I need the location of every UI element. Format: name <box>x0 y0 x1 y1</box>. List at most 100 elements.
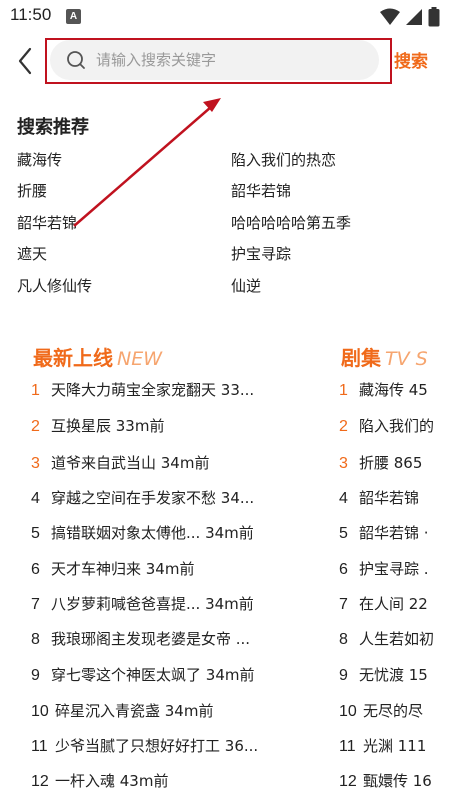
list-item[interactable]: 5 搞错联姻对象太傅他... 34m前 <box>31 522 293 552</box>
rank-title: 我琅琊阁主发现老婆是女帝 ... <box>51 630 251 648</box>
rank-number: 5 <box>31 525 40 542</box>
rank-number: 2 <box>31 418 40 435</box>
chevron-left-icon <box>18 47 32 75</box>
rank-number: 10 <box>31 703 49 720</box>
search-box[interactable] <box>50 40 379 80</box>
list-item[interactable]: 10 无尽的尽 <box>339 700 450 730</box>
list-item[interactable]: 2 陷入我们的 <box>339 415 450 445</box>
drama-title: 剧集 TV S <box>341 342 450 371</box>
list-item[interactable]: 4 穿越之空间在手发家不愁 34... <box>31 487 293 517</box>
list-item[interactable]: 1 藏海传 45 <box>339 379 450 409</box>
recommend-item[interactable]: 仙逆 <box>231 275 261 296</box>
status-bar: 11:50 A <box>0 0 450 32</box>
rank-title: 甄嬛传 16 <box>363 772 432 790</box>
rank-title: 搞错联姻对象太傅他... 34m前 <box>51 524 254 542</box>
rank-number: 1 <box>31 382 40 399</box>
recommend-item[interactable]: 凡人修仙传 <box>17 275 92 296</box>
list-item[interactable]: 12 甄嬛传 16 <box>339 770 450 800</box>
search-button[interactable]: 搜索 <box>394 47 428 72</box>
rank-number: 9 <box>339 667 348 684</box>
signal-icon <box>405 8 422 25</box>
rank-number: 10 <box>339 703 357 720</box>
recommend-item[interactable]: 韶华若锦 <box>17 212 77 233</box>
rank-title: 人生若如初 <box>359 630 435 648</box>
rank-number: 11 <box>31 738 48 755</box>
recommend-item[interactable]: 藏海传 <box>17 149 62 170</box>
rank-number: 12 <box>31 773 49 790</box>
rank-title: 碎星沉入青瓷盏 34m前 <box>55 702 214 720</box>
rank-title: 折腰 865 <box>359 454 423 472</box>
rank-number: 6 <box>31 561 40 578</box>
rank-title: 陷入我们的 <box>359 417 435 435</box>
list-item[interactable]: 7 八岁萝莉喊爸爸喜提... 34m前 <box>31 593 293 623</box>
recommend-item[interactable]: 哈哈哈哈哈第五季 <box>231 212 351 233</box>
back-button[interactable] <box>14 46 38 76</box>
latest-title-zh: 最新上线 <box>33 346 113 370</box>
list-item[interactable]: 8 我琅琊阁主发现老婆是女帝 ... <box>31 628 293 658</box>
search-input[interactable] <box>96 48 366 72</box>
battery-icon <box>428 6 440 26</box>
rank-number: 11 <box>339 738 356 755</box>
rank-number: 2 <box>339 418 348 435</box>
recommend-title: 搜索推荐 <box>17 117 89 138</box>
list-item[interactable]: 3 折腰 865 <box>339 452 450 482</box>
rank-title: 韶华若锦 · <box>359 524 429 542</box>
rank-title: 八岁萝莉喊爸爸喜提... 34m前 <box>51 595 254 613</box>
recommend-item[interactable]: 护宝寻踪 <box>231 243 291 264</box>
latest-title: 最新上线 NEW <box>33 342 162 371</box>
wifi-icon <box>379 8 400 25</box>
rank-title: 一杆入魂 43m前 <box>55 772 169 790</box>
status-time: 11:50 <box>10 5 52 24</box>
recommend-item[interactable]: 折腰 <box>17 180 47 201</box>
list-item[interactable]: 9 穿七零这个神医太飒了 34m前 <box>31 664 293 694</box>
rank-title: 少爷当腻了只想好好打工 36... <box>55 737 259 755</box>
drama-title-zh: 剧集 <box>341 346 381 370</box>
rank-title: 天降大力萌宝全家宠翻天 33... <box>51 381 255 399</box>
list-item[interactable]: 11 少爷当腻了只想好好打工 36... <box>31 735 293 765</box>
rank-number: 4 <box>339 490 348 507</box>
list-item[interactable]: 6 护宝寻踪 . <box>339 558 450 588</box>
list-item[interactable]: 8 人生若如初 <box>339 628 450 658</box>
rank-title: 穿越之空间在手发家不愁 34... <box>51 489 255 507</box>
list-item[interactable]: 4 韶华若锦 <box>339 487 450 517</box>
list-item[interactable]: 11 光渊 111 <box>339 735 450 765</box>
status-icons <box>379 6 440 26</box>
rank-title: 天才车神归来 34m前 <box>51 560 195 578</box>
rank-title: 光渊 111 <box>363 737 427 755</box>
rank-title: 护宝寻踪 . <box>359 560 429 578</box>
rank-number: 5 <box>339 525 348 542</box>
list-item[interactable]: 10 碎星沉入青瓷盏 34m前 <box>31 700 293 730</box>
list-item[interactable]: 9 无忧渡 15 <box>339 664 450 694</box>
rank-number: 1 <box>339 382 348 399</box>
rank-title: 无忧渡 15 <box>359 666 428 684</box>
rank-title: 韶华若锦 <box>359 489 420 507</box>
rank-title: 无尽的尽 <box>363 702 424 720</box>
rank-number: 9 <box>31 667 40 684</box>
rank-number: 3 <box>339 455 348 472</box>
rank-number: 12 <box>339 773 357 790</box>
list-item[interactable]: 6 天才车神归来 34m前 <box>31 558 293 588</box>
rank-title: 穿七零这个神医太飒了 34m前 <box>51 666 255 684</box>
rank-number: 8 <box>339 631 348 648</box>
list-item[interactable]: 7 在人间 22 <box>339 593 450 623</box>
notification-a-icon: A <box>66 9 81 24</box>
rank-title: 道爷来自武当山 34m前 <box>51 454 210 472</box>
list-item[interactable]: 3 道爷来自武当山 34m前 <box>31 452 293 482</box>
recommend-item[interactable]: 韶华若锦 <box>231 180 291 201</box>
recommend-item[interactable]: 遮天 <box>17 243 47 264</box>
list-item[interactable]: 2 互换星辰 33m前 <box>31 415 293 445</box>
rank-number: 8 <box>31 631 40 648</box>
list-item[interactable]: 5 韶华若锦 · <box>339 522 450 552</box>
list-item[interactable]: 1 天降大力萌宝全家宠翻天 33... <box>31 379 293 409</box>
list-item[interactable]: 12 一杆入魂 43m前 <box>31 770 293 800</box>
rank-number: 6 <box>339 561 348 578</box>
search-icon <box>67 51 85 69</box>
rank-title: 在人间 22 <box>359 595 428 613</box>
rank-title: 藏海传 45 <box>359 381 428 399</box>
rank-number: 3 <box>31 455 40 472</box>
rank-title: 互换星辰 33m前 <box>51 417 165 435</box>
recommend-item[interactable]: 陷入我们的热恋 <box>231 149 336 170</box>
rank-number: 4 <box>31 490 40 507</box>
drama-title-en: TV S <box>385 348 428 370</box>
latest-title-en: NEW <box>117 348 163 370</box>
